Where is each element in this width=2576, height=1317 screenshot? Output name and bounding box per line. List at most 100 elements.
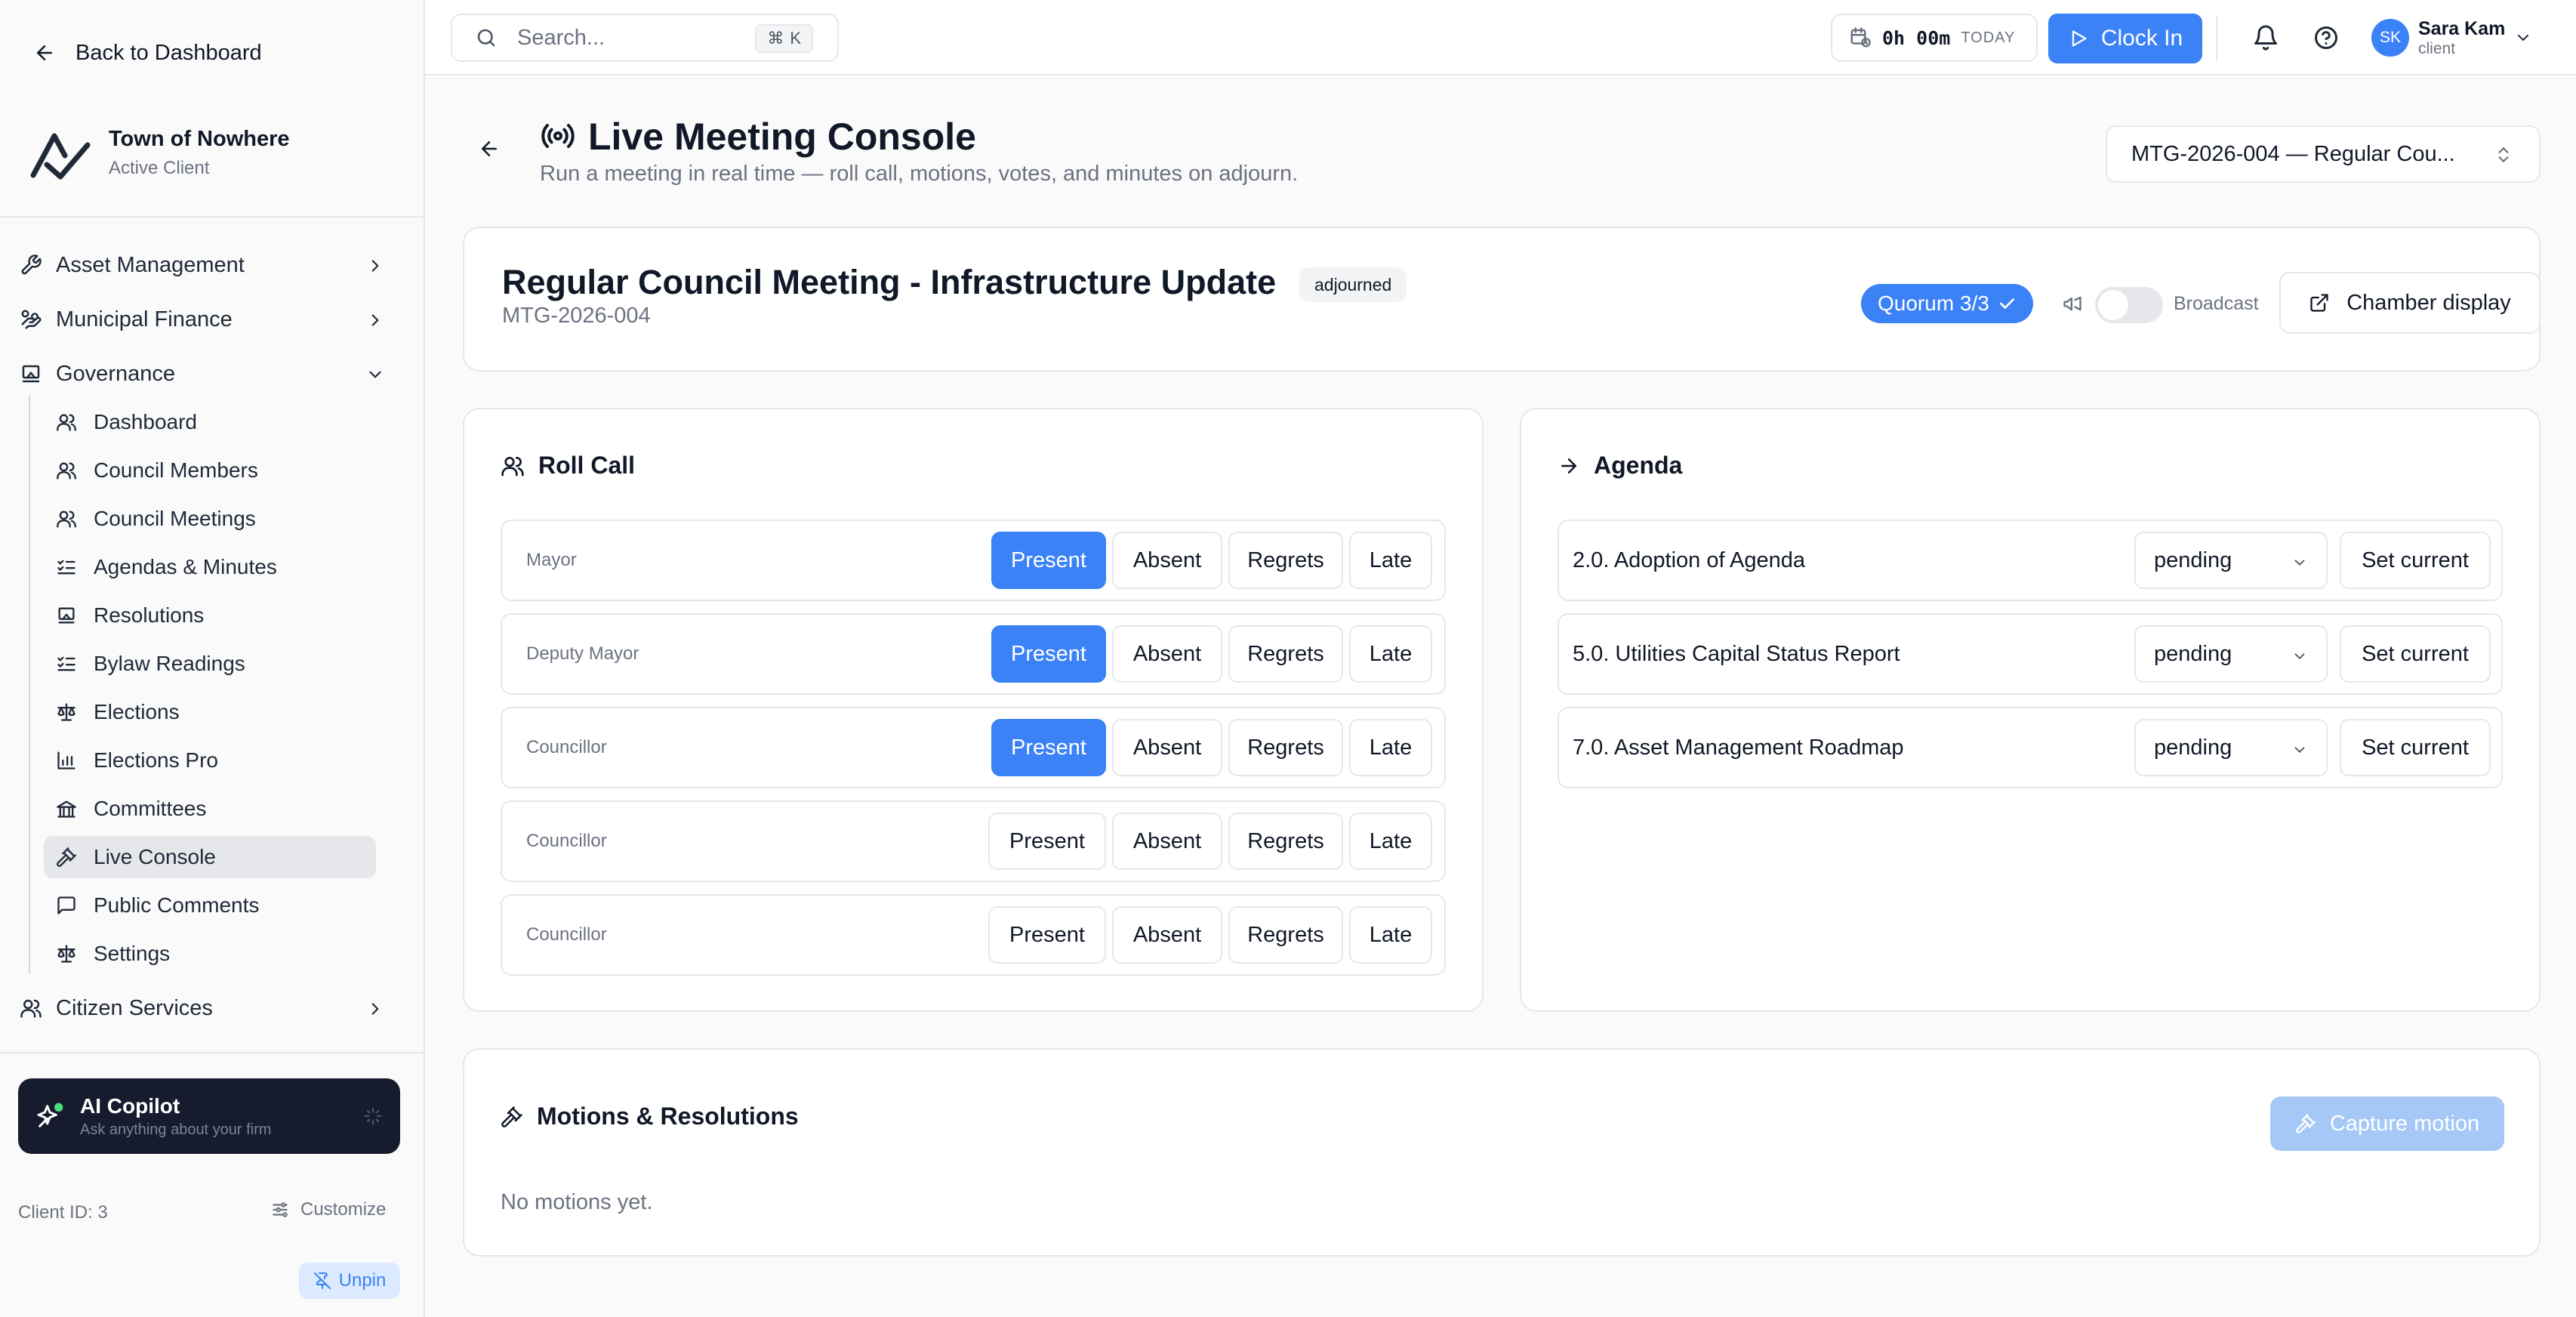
member-role: Councillor bbox=[526, 737, 607, 757]
wrench-icon bbox=[20, 254, 42, 276]
copilot-title: AI Copilot bbox=[80, 1093, 180, 1118]
sidebar-item-dashboard[interactable]: Dashboard bbox=[44, 401, 376, 443]
sparkles-icon bbox=[35, 1101, 65, 1131]
present-button[interactable]: Present bbox=[988, 906, 1106, 964]
nav-group-governance[interactable]: Governance bbox=[15, 351, 408, 396]
command-symbol: ⌘ bbox=[767, 29, 784, 48]
sliders-icon bbox=[270, 1200, 290, 1220]
users-icon bbox=[56, 508, 77, 529]
meeting-selector-value: MTG-2026-004 — Regular Cou... bbox=[2131, 141, 2455, 166]
set-current-button[interactable]: Set current bbox=[2340, 625, 2491, 683]
regrets-button[interactable]: Regrets bbox=[1228, 813, 1343, 870]
sidebar-item-elections-pro[interactable]: Elections Pro bbox=[44, 739, 376, 782]
present-button[interactable]: Present bbox=[991, 532, 1106, 589]
regrets-button[interactable]: Regrets bbox=[1228, 906, 1343, 964]
capture-motion-button[interactable]: Capture motion bbox=[2270, 1096, 2504, 1151]
pin-off-icon bbox=[313, 1272, 331, 1290]
absent-button[interactable]: Absent bbox=[1112, 906, 1222, 964]
sidebar-item-council-meetings[interactable]: Council Meetings bbox=[44, 498, 376, 540]
unpin-button[interactable]: Unpin bbox=[299, 1263, 400, 1299]
scale-icon bbox=[56, 943, 77, 964]
chevron-right-icon bbox=[365, 999, 385, 1019]
arrow-right-icon bbox=[1558, 455, 1580, 477]
meeting-header-card: Regular Council Meeting - Infrastructure… bbox=[463, 227, 2541, 372]
arrow-left-icon[interactable] bbox=[478, 137, 501, 160]
regrets-button[interactable]: Regrets bbox=[1228, 719, 1343, 776]
late-button[interactable]: Late bbox=[1349, 625, 1432, 683]
megaphone-icon bbox=[2062, 293, 2083, 314]
late-button[interactable]: Late bbox=[1349, 532, 1432, 589]
sidebar-item-agendas-minutes[interactable]: Agendas & Minutes bbox=[44, 546, 376, 588]
roll-call-row: Councillor Present Absent Regrets Late bbox=[501, 894, 1446, 976]
agenda-status-select[interactable]: pending bbox=[2134, 532, 2328, 589]
absent-button[interactable]: Absent bbox=[1112, 625, 1222, 683]
chamber-display-button[interactable]: Chamber display bbox=[2279, 272, 2541, 334]
play-icon bbox=[2068, 28, 2089, 49]
divider bbox=[0, 216, 424, 217]
absent-button[interactable]: Absent bbox=[1112, 813, 1222, 870]
roll-call-row: Deputy Mayor Present Absent Regrets Late bbox=[501, 613, 1446, 695]
avatar: SK bbox=[2371, 19, 2409, 57]
chevron-down-icon bbox=[2514, 29, 2532, 47]
sidebar-item-elections[interactable]: Elections bbox=[44, 691, 376, 733]
clock-in-button[interactable]: Clock In bbox=[2048, 14, 2202, 63]
sparkle-icon bbox=[362, 1106, 384, 1127]
back-to-dashboard-link[interactable]: Back to Dashboard bbox=[33, 35, 262, 71]
chevron-down-icon bbox=[365, 365, 385, 384]
sidebar-item-council-members[interactable]: Council Members bbox=[44, 449, 376, 492]
calendar-clock-icon bbox=[1849, 26, 1872, 49]
timer-period: TODAY bbox=[1961, 29, 2016, 46]
agenda-status-select[interactable]: pending bbox=[2134, 625, 2328, 683]
broadcast-toggle[interactable] bbox=[2095, 287, 2163, 323]
chevron-down-icon bbox=[2291, 648, 2308, 665]
sidebar-item-label: Live Console bbox=[94, 845, 216, 868]
present-button[interactable]: Present bbox=[988, 813, 1106, 870]
present-button[interactable]: Present bbox=[991, 625, 1106, 683]
sidebar-item-resolutions[interactable]: Resolutions bbox=[44, 594, 376, 637]
sidebar-item-committees[interactable]: Committees bbox=[44, 788, 376, 830]
user-menu[interactable]: SK Sara Kam client bbox=[2371, 18, 2532, 57]
nav-group-citizen-services[interactable]: Citizen Services bbox=[15, 985, 408, 1031]
bell-icon[interactable] bbox=[2252, 24, 2279, 51]
sidebar-item-live-console[interactable]: Live Console bbox=[44, 836, 376, 878]
sidebar-item-public-comments[interactable]: Public Comments bbox=[44, 884, 376, 927]
absent-button[interactable]: Absent bbox=[1112, 532, 1222, 589]
motions-heading: Motions & Resolutions bbox=[501, 1103, 799, 1130]
quorum-label: Quorum 3/3 bbox=[1878, 291, 1989, 315]
chevron-down-icon bbox=[2291, 742, 2308, 758]
late-button[interactable]: Late bbox=[1349, 813, 1432, 870]
search-input[interactable]: Search... ⌘ K bbox=[451, 14, 839, 62]
timer-value: 0h 00m bbox=[1882, 26, 1951, 49]
set-current-button[interactable]: Set current bbox=[2340, 532, 2491, 589]
client-name: Town of Nowhere bbox=[109, 126, 290, 151]
time-tracker[interactable]: 0h 00m TODAY bbox=[1831, 14, 2038, 62]
member-role: Councillor bbox=[526, 831, 607, 851]
roll-call-title: Roll Call bbox=[538, 452, 636, 479]
agenda-status-select[interactable]: pending bbox=[2134, 719, 2328, 776]
ai-copilot-button[interactable]: AI Copilot Ask anything about your firm bbox=[18, 1078, 400, 1154]
regrets-button[interactable]: Regrets bbox=[1228, 532, 1343, 589]
late-button[interactable]: Late bbox=[1349, 906, 1432, 964]
nav-group-asset-management[interactable]: Asset Management bbox=[15, 242, 408, 288]
landmark-icon bbox=[56, 605, 77, 626]
regrets-button[interactable]: Regrets bbox=[1228, 625, 1343, 683]
agenda-item-label: 7.0. Asset Management Roadmap bbox=[1573, 736, 1904, 760]
toggle-knob bbox=[2098, 290, 2128, 320]
nav-group-municipal-finance[interactable]: Municipal Finance bbox=[15, 297, 408, 342]
client-switcher[interactable]: Town of Nowhere Active Client bbox=[27, 119, 290, 186]
absent-button[interactable]: Absent bbox=[1112, 719, 1222, 776]
roll-call-heading: Roll Call bbox=[501, 452, 635, 480]
sidebar-item-settings[interactable]: Settings bbox=[44, 933, 376, 975]
gavel-icon bbox=[56, 847, 77, 868]
sidebar-item-bylaw-readings[interactable]: Bylaw Readings bbox=[44, 643, 376, 685]
meeting-selector[interactable]: MTG-2026-004 — Regular Cou... bbox=[2106, 125, 2541, 183]
set-current-button[interactable]: Set current bbox=[2340, 719, 2491, 776]
agenda-title: Agenda bbox=[1594, 452, 1683, 479]
customize-button[interactable]: Customize bbox=[270, 1199, 386, 1220]
agenda-status-value: pending bbox=[2154, 547, 2232, 572]
help-icon[interactable] bbox=[2313, 24, 2340, 51]
present-button[interactable]: Present bbox=[991, 719, 1106, 776]
scale-icon bbox=[56, 702, 77, 723]
late-button[interactable]: Late bbox=[1349, 719, 1432, 776]
users-icon bbox=[56, 460, 77, 481]
